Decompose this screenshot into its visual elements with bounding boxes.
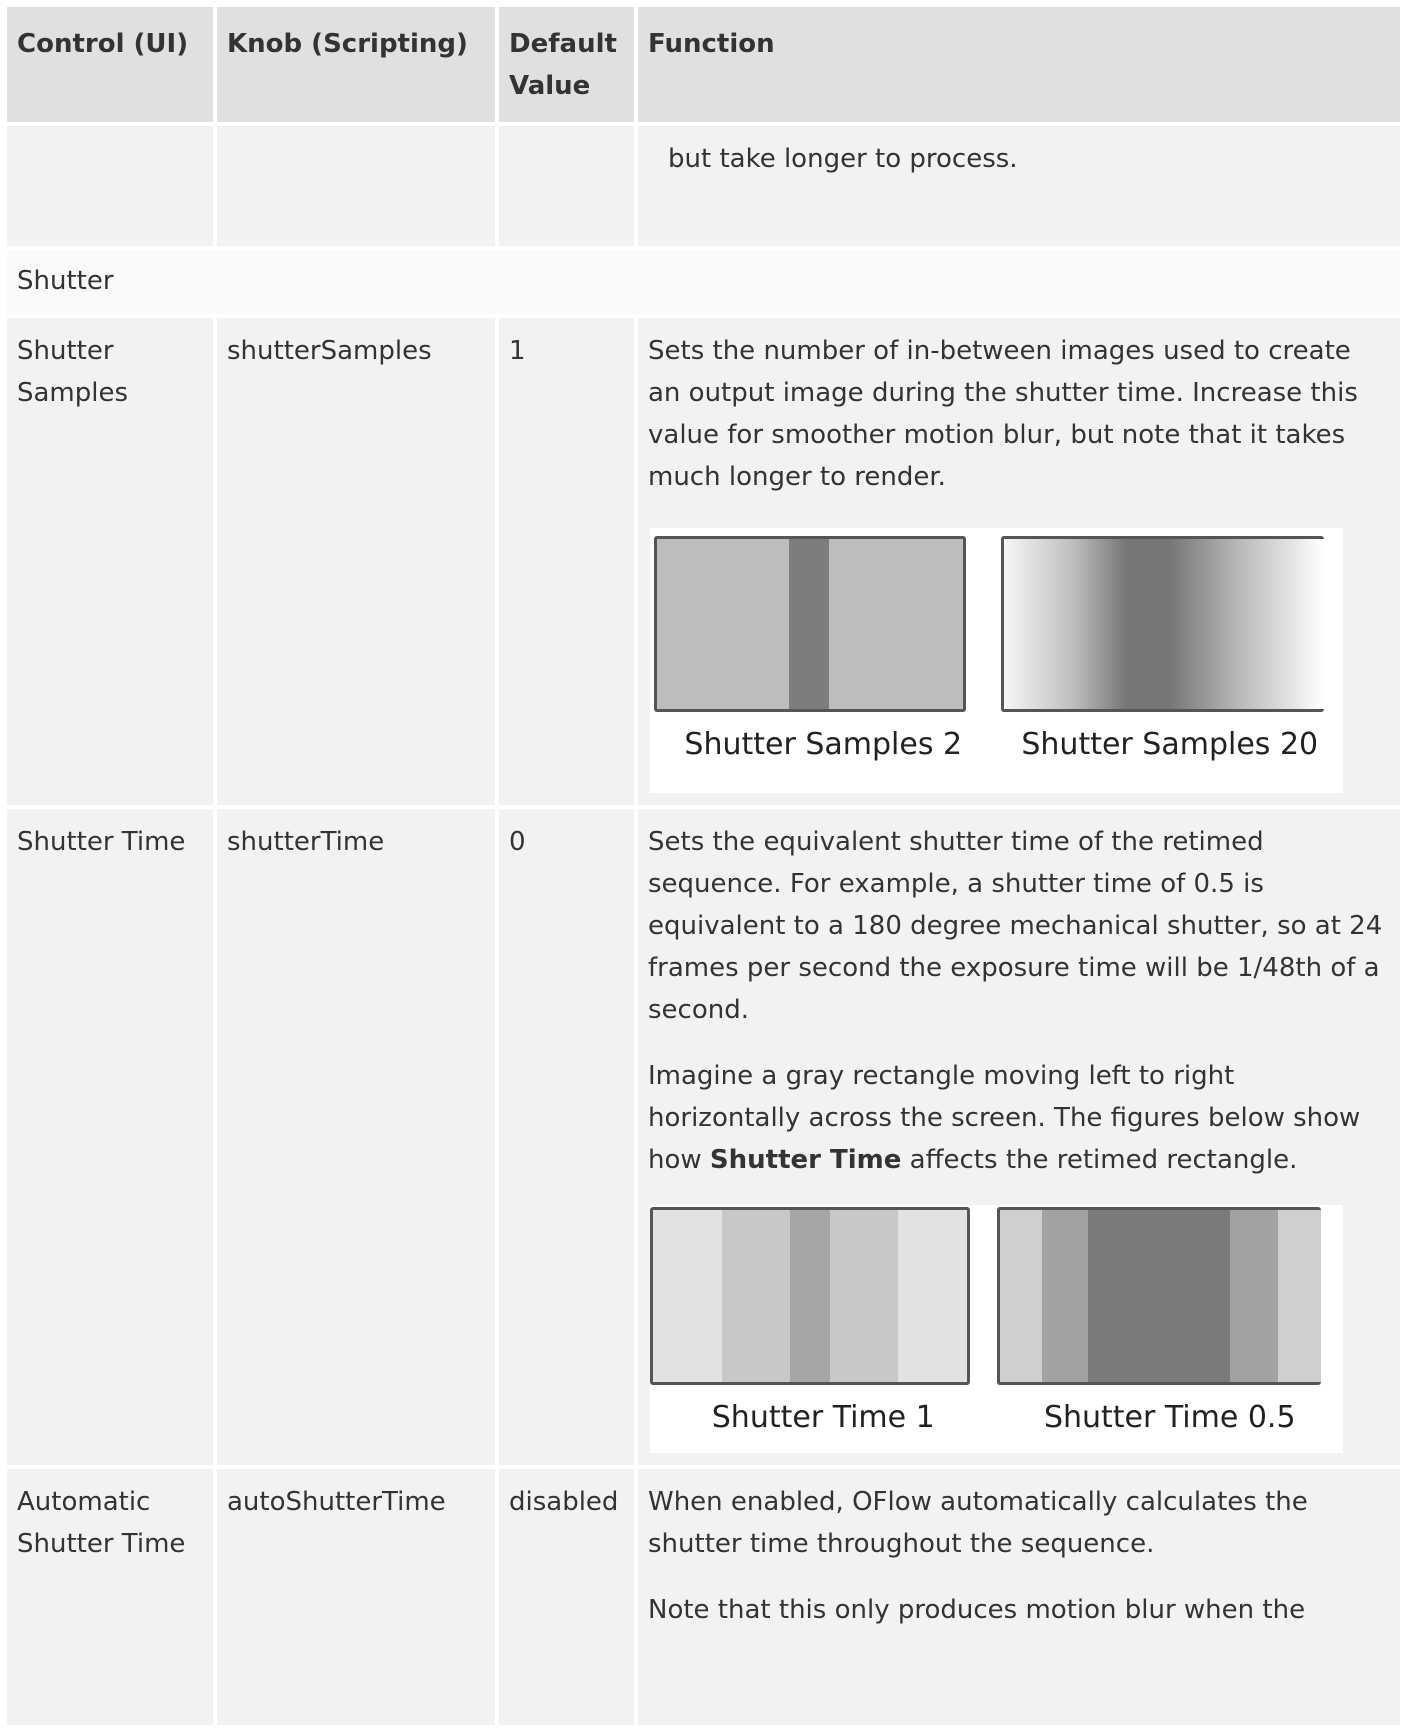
function-text: Sets the number of in-between images use… (648, 336, 1358, 492)
figure-caption: Shutter Time 0.5 (1043, 1400, 1296, 1435)
figure-caption: Shutter Samples 2 (684, 727, 963, 762)
function-text: Note that this only produces motion blur… (648, 1595, 1306, 1625)
function-text: Imagine a gray rectangle moving left to … (648, 1061, 1361, 1175)
header-default-value: Default Value (499, 7, 638, 126)
control-name: Automatic Shutter Time (7, 1469, 217, 1729)
knob-name: shutterSamples (217, 318, 499, 809)
header-knob: Knob (Scripting) (217, 7, 499, 126)
gradient-blur-figure: Shutter Samples 20 (997, 528, 1344, 793)
emphasis: Shutter Time (709, 1145, 902, 1175)
knob-name: autoShutterTime (217, 1469, 499, 1729)
sharp-rectangle-figure: Shutter Samples 2 (650, 528, 997, 793)
function-text: but take longer to process. (668, 144, 1018, 174)
figure-caption: Shutter Samples 20 (1021, 727, 1319, 762)
function-text: Sets the equivalent shutter time of the … (648, 827, 1383, 1025)
knob-reference-table: Control (UI) Knob (Scripting) Default Va… (7, 7, 1400, 1729)
default-value: 0 (499, 809, 638, 1469)
narrow-stepped-blur-figure: Shutter Time 0.5 (996, 1205, 1344, 1453)
function-text: When enabled, OFlow automatically calcul… (648, 1487, 1308, 1559)
table-row: Shutter Time shutterTime 0 Sets the equi… (7, 809, 1400, 1469)
figure-caption: Shutter Time 1 (711, 1400, 935, 1435)
figure-pair: Shutter Time 1 Shutter Time 0.5 (650, 1205, 1343, 1453)
table-row: Shutter Samples shutterSamples 1 Sets th… (7, 318, 1400, 809)
default-value: disabled (499, 1469, 638, 1729)
table-row: Automatic Shutter Time autoShutterTime d… (7, 1469, 1400, 1729)
control-name: Shutter Time (7, 809, 217, 1469)
table-row: but take longer to process. (7, 126, 1400, 250)
header-control: Control (UI) (7, 7, 217, 126)
knob-name: shutterTime (217, 809, 499, 1469)
header-function: Function (638, 7, 1400, 126)
section-label: Shutter (7, 250, 1400, 318)
default-value: 1 (499, 318, 638, 809)
control-name: Shutter Samples (7, 318, 217, 809)
section-row: Shutter (7, 250, 1400, 318)
stepped-blur-figure: Shutter Time 1 (650, 1205, 997, 1453)
figure-pair: Shutter Samples 2 Shutter Samples 20 (650, 528, 1343, 793)
